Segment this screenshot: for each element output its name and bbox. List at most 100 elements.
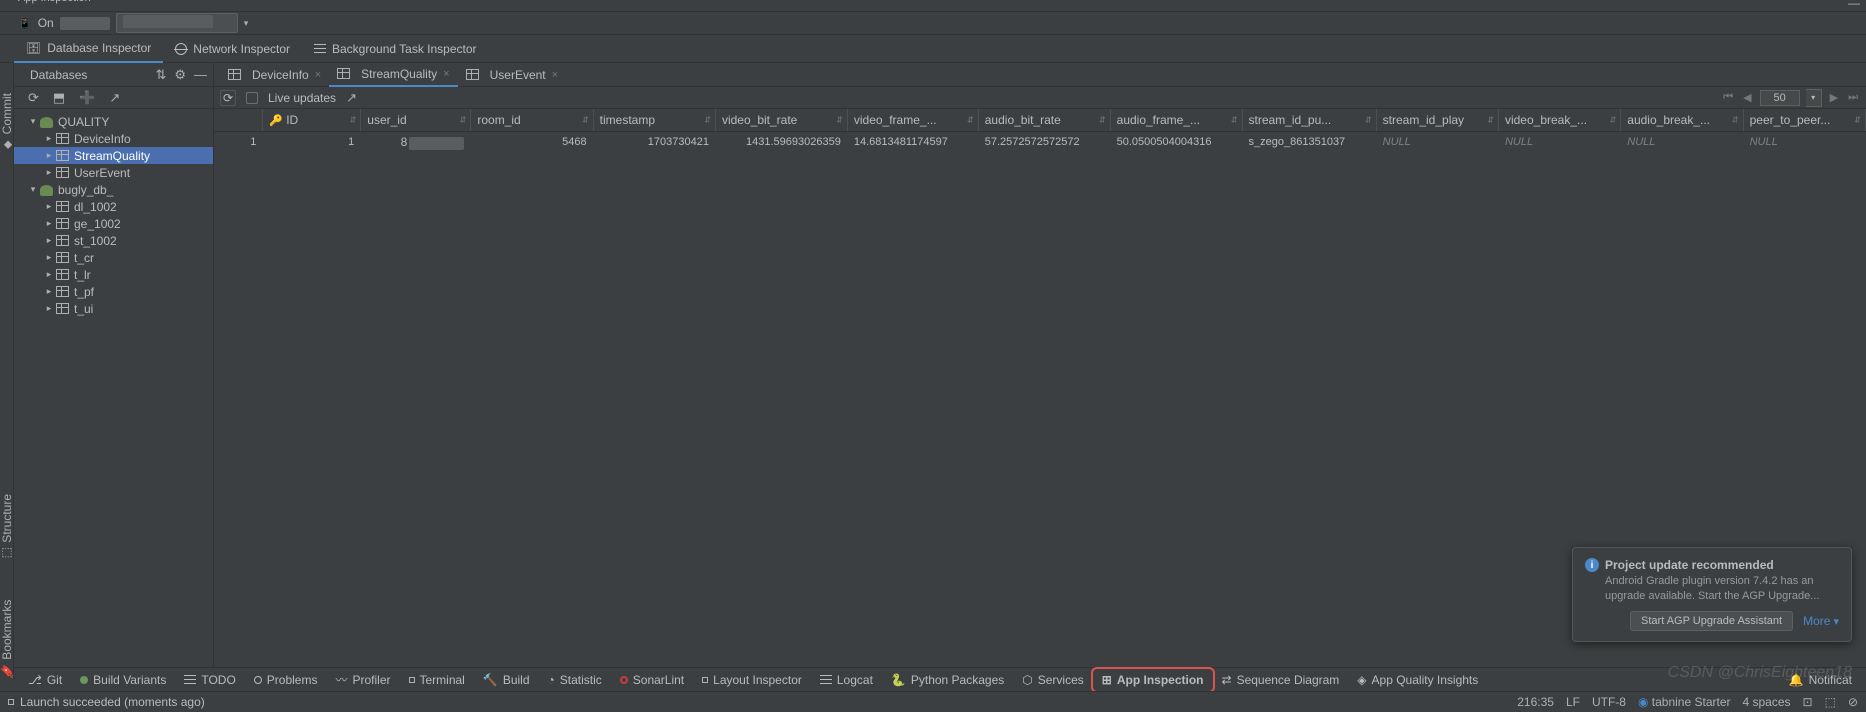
btab-sequence[interactable]: ⇄Sequence Diagram (1214, 670, 1348, 690)
chevron-down-icon[interactable]: ▾ (244, 18, 249, 29)
close-icon[interactable]: × (443, 68, 449, 80)
page-first-icon[interactable]: ⏮ (1721, 91, 1735, 104)
status-ic1[interactable]: ⊡ (1803, 695, 1813, 709)
line-sep[interactable]: LF (1566, 695, 1580, 709)
col-vbreak[interactable]: video_break_...⇵ (1498, 109, 1620, 132)
device-dropdown[interactable] (116, 13, 238, 33)
add-icon[interactable]: ➕ (79, 90, 95, 106)
col-abr[interactable]: audio_bit_rate⇵ (978, 109, 1110, 132)
btab-logcat[interactable]: Logcat (812, 670, 881, 690)
database-icon (40, 185, 53, 194)
page-last-icon[interactable]: ⏭ (1846, 91, 1860, 104)
sequence-icon: ⇄ (1222, 673, 1232, 687)
filetab-streamquality[interactable]: StreamQuality× (329, 63, 457, 87)
cursor-pos[interactable]: 216:35 (1517, 695, 1554, 709)
table-icon (56, 303, 69, 314)
status-ic2[interactable]: ⬚ (1825, 695, 1836, 709)
btab-git[interactable]: ⎇Git (20, 670, 70, 690)
btab-problems[interactable]: Problems (246, 670, 326, 690)
btab-build[interactable]: 🔨Build (475, 670, 538, 690)
btab-quality[interactable]: ◈App Quality Insights (1349, 670, 1486, 690)
col-roomid[interactable]: room_id⇵ (471, 109, 593, 132)
btab-buildvariants[interactable]: Build Variants (72, 670, 174, 690)
col-sidpub[interactable]: stream_id_pu...⇵ (1242, 109, 1376, 132)
page-prev-icon[interactable]: ◀ (1741, 91, 1753, 104)
close-icon[interactable]: × (552, 69, 558, 81)
btab-terminal[interactable]: Terminal (401, 670, 473, 690)
tab-label: Background Task Inspector (332, 42, 477, 56)
page-size-input[interactable] (1760, 90, 1800, 106)
table-streamquality[interactable]: ▸StreamQuality (14, 147, 213, 164)
col-rownum[interactable] (214, 109, 263, 132)
tab-network-inspector[interactable]: Network Inspector (163, 36, 302, 62)
export-icon[interactable]: ⬒ (53, 90, 65, 106)
col-abreak[interactable]: audio_break_...⇵ (1621, 109, 1743, 132)
status-icon[interactable] (8, 699, 14, 705)
layout-icon (702, 677, 708, 683)
col-id[interactable]: 🔑 ID⇵ (263, 109, 361, 132)
gear-icon[interactable]: ⚙ (174, 67, 186, 83)
tab-database-inspector[interactable]: 🗄 Database Inspector (14, 35, 163, 63)
table-userevent[interactable]: ▸UserEvent (14, 164, 213, 181)
sonar-icon (620, 676, 628, 684)
rail-structure[interactable]: ⬚Structure (0, 494, 14, 561)
refresh-icon[interactable]: ⟳ (28, 90, 39, 106)
table-row[interactable]: 1 1 8 5468 1703730421 1431.59693026359 1… (214, 132, 1866, 153)
databases-title: Databases (30, 68, 87, 82)
filter-icon[interactable]: ⇅ (155, 67, 166, 83)
minimize-icon[interactable]: — (194, 67, 207, 83)
db-bugly[interactable]: ▾bugly_db_ (14, 181, 213, 198)
table-st1002[interactable]: ▸st_1002 (14, 232, 213, 249)
table-ge1002[interactable]: ▸ge_1002 (14, 215, 213, 232)
open-icon[interactable]: ↗ (109, 90, 120, 106)
btab-services[interactable]: ⬡Services (1014, 670, 1092, 690)
start-upgrade-button[interactable]: Start AGP Upgrade Assistant (1630, 611, 1793, 631)
btab-notifications[interactable]: 🔔Notificat (1781, 670, 1860, 690)
col-vbr[interactable]: video_bit_rate⇵ (715, 109, 847, 132)
quality-icon: ◈ (1357, 673, 1366, 687)
col-userid[interactable]: user_id⇵ (361, 109, 471, 132)
btab-sonarlint[interactable]: SonarLint (612, 670, 692, 690)
bottom-toolwindow-bar: ⎇Git Build Variants TODO Problems 〰Profi… (14, 667, 1866, 691)
hide-panel-icon[interactable]: — (1848, 0, 1860, 10)
live-updates-checkbox[interactable] (246, 92, 258, 104)
db-quality[interactable]: ▾QUALITY (14, 113, 213, 130)
tab-label: Database Inspector (47, 41, 151, 55)
col-vfr[interactable]: video_frame_...⇵ (847, 109, 978, 132)
page-next-icon[interactable]: ▶ (1828, 91, 1840, 104)
btab-appinspection[interactable]: ⊞App Inspection (1094, 670, 1212, 690)
close-icon[interactable]: × (315, 69, 321, 81)
btab-statistic[interactable]: ◔Statistic (540, 670, 610, 690)
tab-background-task-inspector[interactable]: Background Task Inspector (302, 36, 489, 62)
col-p2p[interactable]: peer_to_peer...⇵ (1743, 109, 1865, 132)
table-dl1002[interactable]: ▸dl_1002 (14, 198, 213, 215)
filetab-userevent[interactable]: UserEvent× (458, 64, 566, 86)
export-data-icon[interactable]: ↗ (346, 90, 357, 106)
more-link[interactable]: More ▾ (1803, 614, 1839, 628)
rail-bookmarks[interactable]: 🔖Bookmarks (0, 600, 14, 679)
btab-layoutinspector[interactable]: Layout Inspector (694, 670, 810, 690)
update-popup: i Project update recommended Android Gra… (1572, 547, 1852, 642)
table-tcr[interactable]: ▸t_cr (14, 249, 213, 266)
filetab-deviceinfo[interactable]: DeviceInfo× (220, 64, 329, 86)
col-afr[interactable]: audio_frame_...⇵ (1110, 109, 1242, 132)
refresh-button[interactable]: ⟳ (220, 90, 236, 106)
btab-todo[interactable]: TODO (176, 670, 243, 690)
btab-python[interactable]: 🐍Python Packages (883, 670, 1012, 690)
table-tlr[interactable]: ▸t_lr (14, 266, 213, 283)
col-timestamp[interactable]: timestamp⇵ (593, 109, 715, 132)
table-tpf[interactable]: ▸t_pf (14, 283, 213, 300)
hammer-icon: 🔨 (483, 673, 498, 687)
rail-commit[interactable]: ⬥Commit (0, 93, 14, 150)
page-size-dropdown[interactable]: ▾ (1806, 89, 1822, 107)
indent[interactable]: 4 spaces (1743, 695, 1791, 709)
table-tui[interactable]: ▸t_ui (14, 300, 213, 317)
col-sidplay[interactable]: stream_id_play⇵ (1376, 109, 1498, 132)
ide-left-rail: ⬥Commit ⬚Structure 🔖Bookmarks (0, 63, 14, 679)
btab-profiler[interactable]: 〰Profiler (327, 668, 398, 691)
status-ic3[interactable]: ⊘ (1848, 695, 1858, 709)
encoding[interactable]: UTF-8 (1592, 695, 1626, 709)
tabnine-status[interactable]: ◉ tabnine Starter (1638, 695, 1731, 709)
bell-icon: 🔔 (1789, 673, 1804, 687)
table-deviceinfo[interactable]: ▸DeviceInfo (14, 130, 213, 147)
